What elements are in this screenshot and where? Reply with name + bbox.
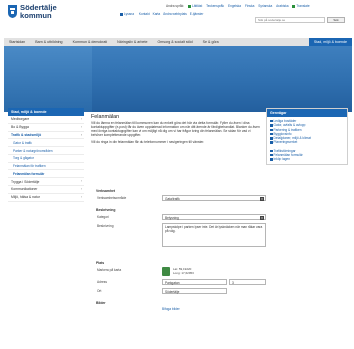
sidebar-subitem-gator[interactable]: Gator & trafik (8, 139, 84, 148)
main-content: Felanmälan Vill du lämna en felanmälan t… (91, 114, 261, 147)
chevron-right-icon: › (80, 124, 82, 129)
bullet-icon (270, 124, 273, 127)
nav-tab-omsorg[interactable]: Omsorg & socialt stöd (153, 38, 198, 46)
ort-input[interactable]: Södertälje (162, 288, 227, 294)
sidebar-item-trygga[interactable]: Trygga i Södertälje › (8, 178, 84, 187)
sidebar-title[interactable]: Stad, miljö & boende (8, 108, 84, 116)
bullet-icon (270, 153, 273, 157)
kategori-label: Kategori (97, 215, 109, 219)
section-plats-heading: Plats (96, 261, 105, 265)
speaker-icon (120, 12, 123, 16)
section-sidebar: Stad, miljö & boende Medborgare › Bo & By… (8, 108, 84, 202)
util-link-etjanster[interactable]: E-tjänster (190, 12, 204, 16)
sidebar-subitem-parker[interactable]: Parker & naturgrönområden (8, 147, 84, 155)
sidebar-item-miljo[interactable]: Miljö, hälsa & natur › (8, 194, 84, 202)
translate-icon (292, 4, 296, 8)
lang-link-arabiska[interactable]: Arabiska (276, 4, 288, 8)
page-title: Felanmälan (91, 114, 120, 120)
position-long: Long: 17,62953 (173, 271, 194, 275)
section-verksamhet-heading: Verksamhet (96, 189, 116, 193)
nav-tab-startsidan[interactable]: Startsidan (4, 38, 30, 46)
search-button[interactable]: Sök (327, 17, 345, 23)
section-bilder-heading: Bilder (96, 301, 106, 305)
shortcut-link[interactable]: Inköp lagen (270, 157, 344, 161)
bullet-icon (270, 149, 273, 153)
chevron-right-icon: › (80, 187, 82, 192)
ort-label: Ort (97, 289, 102, 293)
utility-links: Lyssna Kontakt Karta Ändra webbplats E-t… (120, 12, 205, 16)
shortcuts-box: Genvägar Lediga bostäder Gator, avfalls … (266, 108, 348, 165)
site-brand[interactable]: Södertälje kommun (20, 4, 57, 20)
chevron-right-icon: › (80, 117, 82, 121)
bullet-icon (270, 141, 273, 144)
position-readout: Lat: 59,19220 Long: 17,62953 (173, 267, 194, 275)
attach-images-link[interactable]: Bifoga bilder (162, 307, 270, 311)
chevron-right-icon: › (80, 194, 82, 199)
brand-line-2: kommun (20, 11, 52, 20)
shortcuts-title: Genvägar (267, 109, 347, 117)
lang-link-engelska[interactable]: Engelska (228, 4, 241, 8)
report-form: Verksamhet Verksamhetsområde Gata/trafik… (90, 185, 270, 311)
util-link-lyssna[interactable]: Lyssna (120, 12, 136, 16)
chevron-down-icon: › (80, 132, 82, 137)
language-intro: Andra språk: (166, 4, 185, 8)
bullet-icon (270, 137, 273, 140)
site-header: Södertälje kommun Andra språk: Lättläst … (0, 0, 354, 38)
bullet-icon (270, 132, 273, 136)
language-bar: Andra språk: Lättläst Teckenspråk Engels… (166, 4, 310, 8)
verksamhet-label: Verksamhetsområde (97, 196, 127, 200)
kategori-select[interactable]: Belysning ▾ (162, 214, 266, 220)
map-marker-icon[interactable] (162, 267, 170, 276)
util-link-karta[interactable]: Karta (153, 12, 161, 16)
dropdown-arrow-icon: ▾ (260, 215, 264, 220)
sidebar-item-kommunikationer[interactable]: Kommunikationer › (8, 186, 84, 194)
beskrivning-textarea[interactable]: Lampstolpe i parken lyser inte. Det är l… (162, 223, 266, 247)
nav-tab-barn-utbildning[interactable]: Barn & utbildning (30, 38, 67, 46)
lang-link-teckensprak[interactable]: Teckenspråk (206, 4, 224, 8)
nav-tab-kommun-demokrati[interactable]: Kommun & demokrati (68, 38, 113, 46)
sidebar-subitem-torg[interactable]: Torg & gågator (8, 155, 84, 163)
intro-paragraph: Vill du lämna en felanmälan till kommune… (91, 121, 260, 138)
adress-input[interactable]: Parkgatan (162, 279, 227, 285)
adress-number-input[interactable]: 3 (229, 279, 266, 285)
phone-paragraph: Vill du ringa in din felanmälan får du t… (91, 140, 205, 145)
municipality-shield-logo[interactable] (8, 5, 17, 18)
bullet-icon (270, 158, 273, 161)
hero-banner-left (4, 46, 92, 112)
sidebar-subitem-felanmalan-formular[interactable]: Felanmälan formulär (8, 170, 84, 179)
verksamhet-select[interactable]: Gata/trafik ▾ (162, 195, 266, 201)
hero-banner (4, 46, 352, 112)
main-nav: Startsidan Barn & utbildning Kommun & de… (4, 38, 352, 46)
sidebar-item-trafik[interactable]: Trafik & stadsmiljö › (8, 132, 84, 140)
bullet-icon (270, 119, 273, 123)
util-link-kontakt[interactable]: Kontakt (139, 12, 150, 16)
lang-link-syrianska[interactable]: Syrianska (258, 4, 272, 8)
sidebar-item-medborgare[interactable]: Medborgare › (8, 116, 84, 124)
sidebar-item-bo-bygga[interactable]: Bo & Bygga › (8, 124, 84, 132)
nav-tab-se-gora[interactable]: Se & göra (198, 38, 224, 46)
dropdown-arrow-icon: ▾ (260, 196, 264, 201)
bullet-icon (270, 128, 273, 131)
search-input[interactable] (255, 17, 325, 23)
position-label: Markera på karta (97, 268, 122, 272)
nav-tab-stad-miljo[interactable]: Stad, miljö & boende (308, 38, 352, 46)
beskrivning-label: Beskrivning (97, 224, 114, 228)
section-beskrivning-heading: Beskrivning (96, 208, 116, 212)
chevron-right-icon: › (80, 179, 82, 184)
nav-tab-naringsliv[interactable]: Näringsliv & arbete (112, 38, 152, 46)
sidebar-subitem-felanmalan-trafik[interactable]: Felanmälan för trafiken (8, 163, 84, 171)
globe-icon (187, 4, 191, 8)
translate-link[interactable]: Translate (292, 4, 310, 8)
lang-link-lattlast[interactable]: Lättläst (187, 4, 202, 8)
util-link-andra[interactable]: Ändra webbplats (163, 12, 187, 16)
adress-label: Adress (97, 280, 107, 284)
lang-link-finska[interactable]: Finska (245, 4, 254, 8)
